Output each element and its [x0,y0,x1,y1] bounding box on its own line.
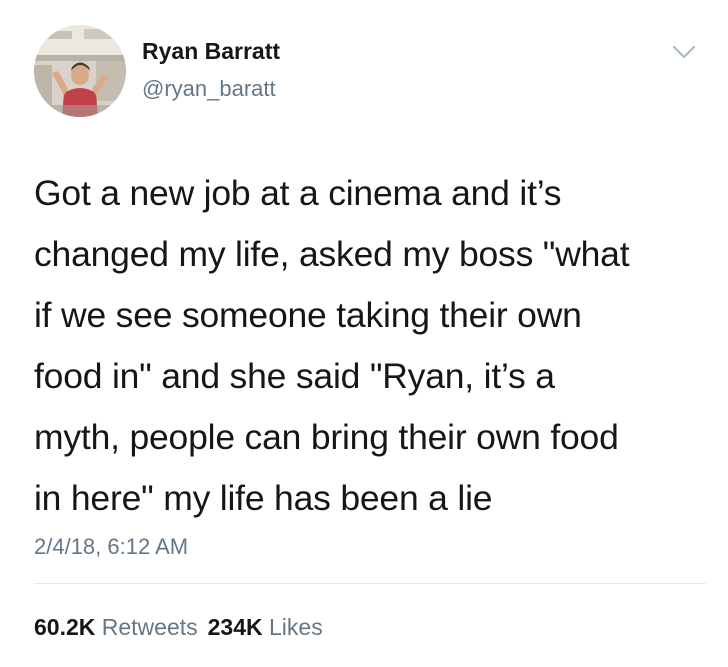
tweet-text: Got a new job at a cinema and it’s chang… [34,163,714,529]
tweet-text-line: food in" and she said "Ryan, it’s a [34,356,555,396]
display-name[interactable]: Ryan Barratt [142,38,280,65]
likes-stat[interactable]: 234K Likes [208,614,323,640]
tweet-text-line: changed my life, asked my boss "what [34,234,630,274]
tweet-text-line: if we see someone taking their own [34,295,582,335]
tweet-text-line: in here" my life has been a lie [34,478,493,518]
retweets-count: 60.2K [34,614,96,640]
tweet-text-line: Got a new job at a cinema and it’s [34,173,562,213]
retweets-stat[interactable]: 60.2K Retweets [34,614,198,640]
tweet-text-line: myth, people can bring their own food [34,417,619,457]
tweet-stats: 60.2K Retweets 234K Likes [34,614,323,641]
avatar-photo [34,25,126,117]
divider [34,583,706,584]
avatar[interactable] [34,25,126,117]
likes-count: 234K [207,614,263,640]
tweet-timestamp[interactable]: 2/4/18, 6:12 AM [34,534,188,560]
user-handle[interactable]: @ryan_baratt [142,76,276,102]
chevron-down-icon[interactable] [672,44,696,60]
retweets-label: Retweets [101,614,198,640]
tweet-card: Ryan Barratt @ryan_baratt Got a new job … [0,0,728,667]
likes-label: Likes [269,614,323,640]
